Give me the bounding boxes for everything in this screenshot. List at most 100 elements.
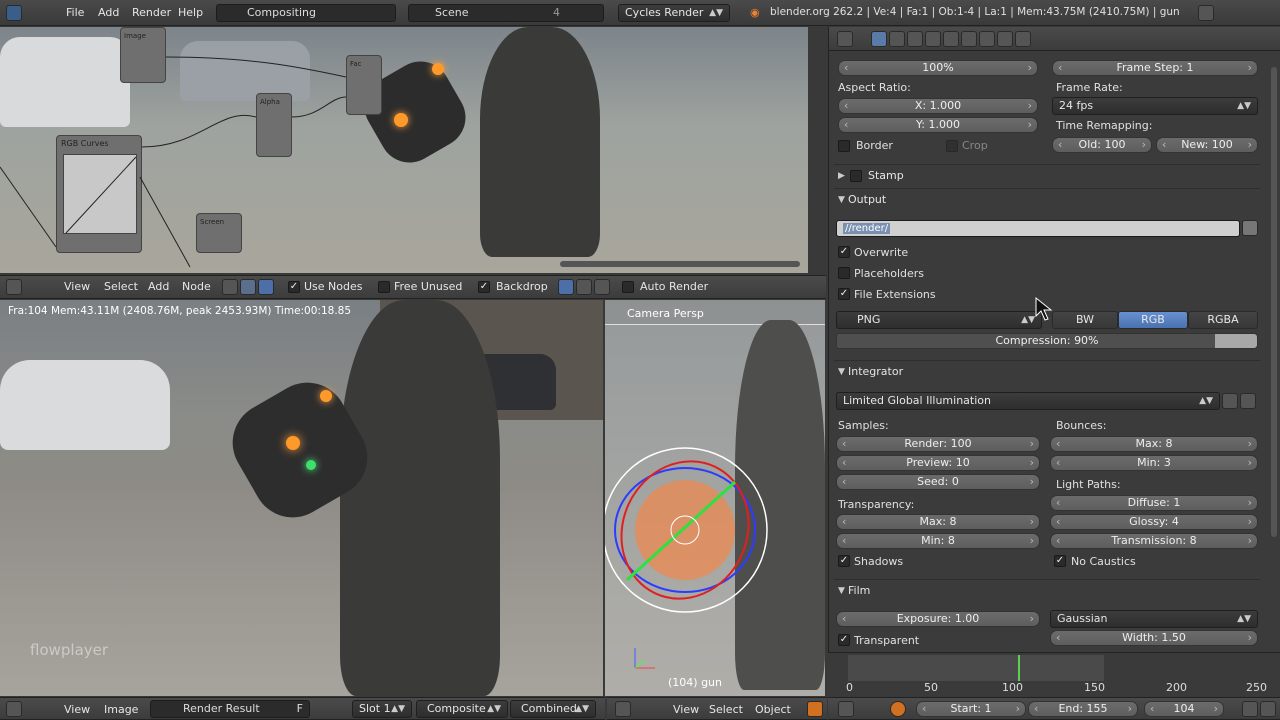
folder-icon[interactable] bbox=[1242, 220, 1258, 236]
transmission-field[interactable]: Transmission: 8 bbox=[1050, 533, 1258, 549]
end-frame-field[interactable]: End: 155 bbox=[1028, 701, 1138, 717]
data-tab-icon[interactable] bbox=[997, 31, 1013, 47]
object-tab-icon[interactable] bbox=[925, 31, 941, 47]
free-unused-checkbox[interactable] bbox=[378, 281, 390, 293]
use-nodes-checkbox[interactable]: ✓ bbox=[288, 281, 300, 293]
particles-tab-icon[interactable] bbox=[1015, 31, 1031, 47]
file-format-dropdown[interactable]: PNG ▲▼ bbox=[836, 311, 1042, 329]
editor-type-icon[interactable] bbox=[615, 701, 631, 717]
scene-tab-icon[interactable] bbox=[889, 31, 905, 47]
output-panel-header[interactable]: ▼ Output bbox=[834, 188, 1260, 210]
menu-image[interactable]: Image bbox=[104, 703, 138, 716]
integrator-panel-header[interactable]: ▼ Integrator bbox=[834, 360, 1260, 382]
placeholders-checkbox[interactable] bbox=[838, 267, 850, 279]
preview-samples-field[interactable]: Preview: 10 bbox=[836, 455, 1040, 471]
bounces-min-field[interactable]: Min: 3 bbox=[1050, 455, 1258, 471]
border-checkbox[interactable] bbox=[838, 140, 850, 152]
add-preset-icon[interactable] bbox=[1222, 393, 1238, 409]
remove-preset-icon[interactable] bbox=[1240, 393, 1256, 409]
filter-type-dropdown[interactable]: Gaussian ▲▼ bbox=[1050, 610, 1258, 628]
menu-node[interactable]: Node bbox=[182, 280, 211, 293]
mode-icon[interactable] bbox=[807, 701, 823, 717]
slot-dropdown[interactable]: Slot 1 ▲▼ bbox=[352, 700, 412, 718]
color-rgba-button[interactable]: RGBA bbox=[1188, 311, 1258, 329]
modifier-tab-icon[interactable] bbox=[979, 31, 995, 47]
aspect-x-field[interactable]: X: 1.000 bbox=[838, 98, 1038, 114]
world-tab-icon[interactable] bbox=[907, 31, 923, 47]
resolution-percent[interactable]: 100% bbox=[838, 60, 1038, 76]
composite-nodes-icon[interactable] bbox=[240, 279, 256, 295]
layer-dropdown[interactable]: Combined ▲▼ bbox=[510, 700, 596, 718]
view3d-viewport[interactable]: Camera Persp (104) gun bbox=[605, 300, 825, 696]
render-tab-icon[interactable] bbox=[871, 31, 887, 47]
properties-scrollbar[interactable] bbox=[1271, 67, 1277, 537]
h-scrollbar[interactable] bbox=[560, 261, 800, 267]
start-frame-field[interactable]: Start: 1 bbox=[916, 701, 1026, 717]
backdrop-checkbox[interactable]: ✓ bbox=[478, 281, 490, 293]
menu-help[interactable]: Help bbox=[170, 6, 211, 19]
exposure-field[interactable]: Exposure: 1.00 bbox=[836, 611, 1040, 627]
menu-select[interactable]: Select bbox=[709, 703, 743, 716]
shadows-checkbox[interactable]: ✓ bbox=[838, 555, 850, 567]
texture-nodes-icon[interactable] bbox=[258, 279, 274, 295]
transparency-min-field[interactable]: Min: 8 bbox=[836, 533, 1040, 549]
editor-type-icon[interactable] bbox=[6, 5, 22, 21]
color-rgb-button[interactable]: RGB bbox=[1118, 311, 1188, 329]
menu-object[interactable]: Object bbox=[755, 703, 791, 716]
node-editor-backdrop[interactable]: RGB Curves Screen Image Alpha Fac bbox=[0, 27, 808, 273]
diffuse-field[interactable]: Diffuse: 1 bbox=[1050, 495, 1258, 511]
timeline[interactable]: 0 50 100 150 200 250 bbox=[828, 652, 1280, 696]
editor-type-icon[interactable] bbox=[6, 279, 22, 295]
backdrop-move-icon[interactable] bbox=[594, 279, 610, 295]
no-caustics-checkbox[interactable]: ✓ bbox=[1054, 555, 1066, 567]
editor-type-icon[interactable] bbox=[837, 31, 853, 47]
file-extensions-checkbox[interactable]: ✓ bbox=[838, 288, 850, 300]
glossy-field[interactable]: Glossy: 4 bbox=[1050, 514, 1258, 530]
transparent-checkbox[interactable]: ✓ bbox=[838, 634, 850, 646]
image-editor-viewport[interactable]: Fra:104 Mem:43.11M (2408.76M, peak 2453.… bbox=[0, 300, 603, 696]
stamp-panel-header[interactable]: ▶ Stamp bbox=[834, 164, 1260, 186]
menu-view[interactable]: View bbox=[673, 703, 699, 716]
material-tab-icon[interactable] bbox=[943, 31, 959, 47]
filter-width-field[interactable]: Width: 1.50 bbox=[1050, 630, 1258, 646]
jump-start-icon[interactable] bbox=[1242, 701, 1258, 717]
film-panel-header[interactable]: ▼ Film bbox=[834, 579, 1260, 601]
render-samples-field[interactable]: Render: 100 bbox=[836, 436, 1040, 452]
menu-file[interactable]: File bbox=[58, 6, 92, 19]
time-new-field[interactable]: New: 100 bbox=[1156, 137, 1258, 153]
seed-field[interactable]: Seed: 0 bbox=[836, 474, 1040, 490]
menu-add[interactable]: Add bbox=[90, 6, 127, 19]
overwrite-checkbox[interactable]: ✓ bbox=[838, 246, 850, 258]
image-name-field[interactable]: Render Result F bbox=[150, 700, 310, 718]
transparency-max-field[interactable]: Max: 8 bbox=[836, 514, 1040, 530]
crop-checkbox[interactable] bbox=[946, 140, 958, 152]
constraint-tab-icon[interactable] bbox=[961, 31, 977, 47]
auto-render-checkbox[interactable] bbox=[622, 281, 634, 293]
integrator-preset-dropdown[interactable]: Limited Global Illumination ▲▼ bbox=[836, 392, 1220, 410]
time-old-field[interactable]: Old: 100 bbox=[1052, 137, 1152, 153]
menu-view[interactable]: View bbox=[64, 703, 90, 716]
stamp-checkbox[interactable] bbox=[850, 170, 862, 182]
backdrop-channel-icon[interactable] bbox=[558, 279, 574, 295]
frame-step-field[interactable]: Frame Step: 1 bbox=[1052, 60, 1258, 76]
shader-nodes-icon[interactable] bbox=[222, 279, 238, 295]
output-path-input[interactable]: //render/ bbox=[836, 220, 1240, 237]
backdrop-zoom-icon[interactable] bbox=[576, 279, 592, 295]
menu-select[interactable]: Select bbox=[104, 280, 138, 293]
pass-dropdown[interactable]: Composite ▲▼ bbox=[416, 700, 508, 718]
menu-view[interactable]: View bbox=[64, 280, 90, 293]
color-bw-button[interactable]: BW bbox=[1052, 311, 1118, 329]
menu-add[interactable]: Add bbox=[148, 280, 169, 293]
screen-layout-field[interactable]: Compositing bbox=[216, 4, 396, 22]
keying-icon[interactable] bbox=[890, 701, 906, 717]
play-icon[interactable] bbox=[1260, 701, 1276, 717]
aspect-y-field[interactable]: Y: 1.000 bbox=[838, 117, 1038, 133]
current-frame-field[interactable]: 104 bbox=[1144, 701, 1224, 717]
scene-field[interactable]: Scene 4 bbox=[408, 4, 604, 22]
compression-slider[interactable]: Compression: 90% bbox=[836, 333, 1258, 349]
editor-type-icon[interactable] bbox=[6, 701, 22, 717]
frame-rate-dropdown[interactable]: 24 fps ▲▼ bbox=[1052, 97, 1258, 115]
render-engine-dropdown[interactable]: Cycles Render ▲▼ bbox=[618, 4, 730, 22]
fullscreen-icon[interactable] bbox=[1198, 5, 1214, 21]
editor-type-icon[interactable] bbox=[838, 701, 854, 717]
